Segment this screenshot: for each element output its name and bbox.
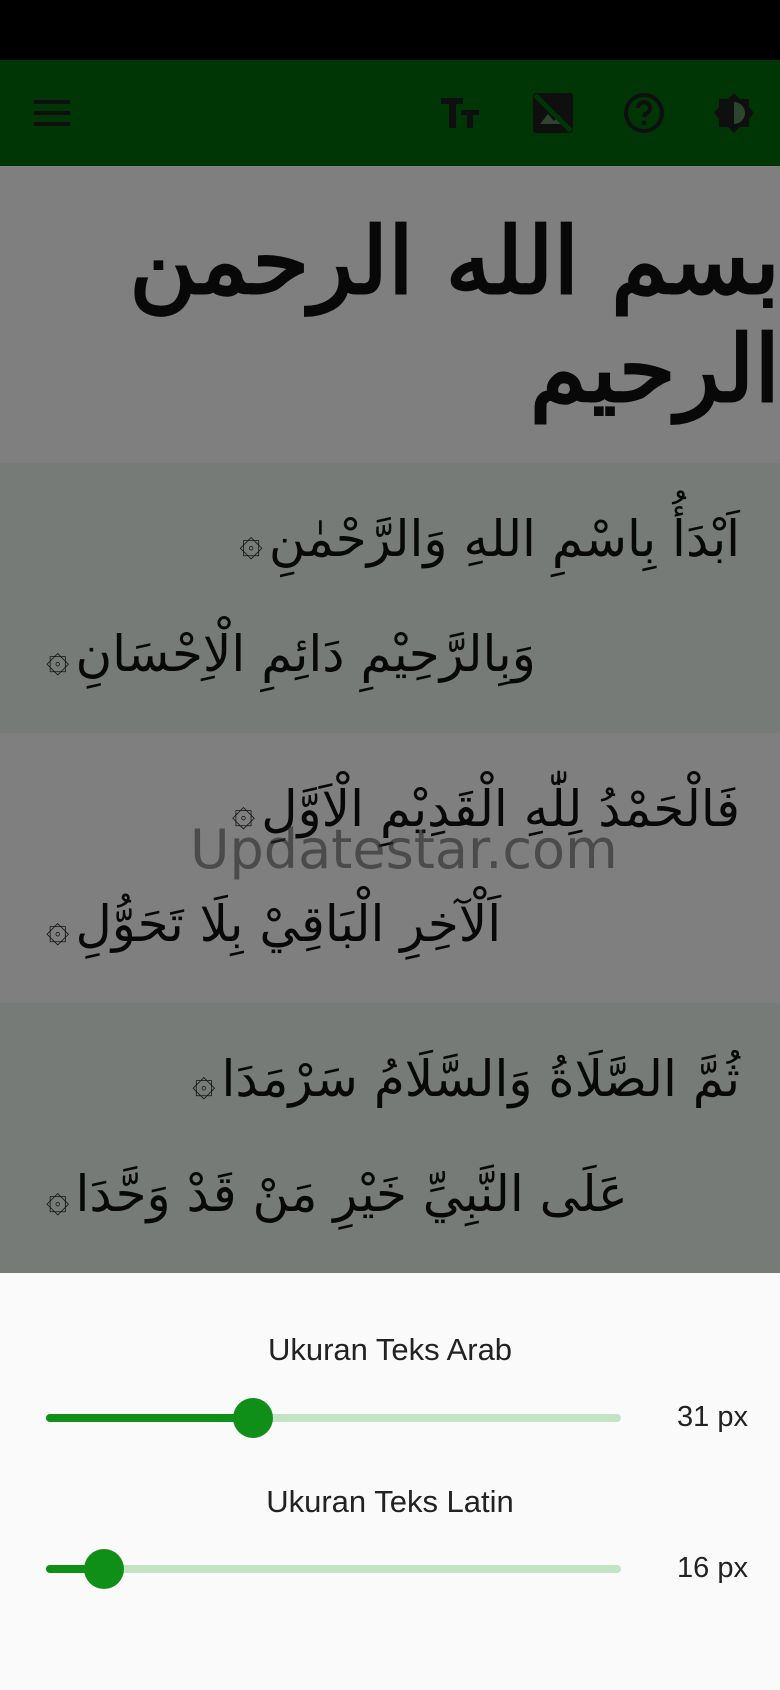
image-toggle-button[interactable] <box>513 60 593 166</box>
brightness-icon <box>714 93 754 133</box>
verse-text: فَالْحَمْدُ لِلّٰهِ الْقَدِيْمِ الْاَوَّ… <box>261 779 740 838</box>
verse-line: فَالْحَمْدُ لِلّٰهِ الْقَدِيْمِ الْاَوَّ… <box>40 774 740 848</box>
text-size-icon <box>441 98 479 128</box>
menu-button[interactable] <box>13 60 93 166</box>
brightness-button[interactable] <box>694 60 774 166</box>
flower-separator-icon: ۞ <box>239 519 263 565</box>
slider-thumb[interactable] <box>233 1398 273 1438</box>
app-bar <box>0 60 780 166</box>
slider-thumb[interactable] <box>83 1549 124 1589</box>
arab-size-title: Ukuran Teks Arab <box>267 1332 513 1367</box>
verse-line: عَلَى النَّبِيِّ خَيْرِ مَنْ قَدْ وَحَّد… <box>40 1159 740 1233</box>
verse-text: ثُمَّ الصَّلَاةُ وَالسَّلَامُ سَرْمَدَا <box>221 1049 740 1108</box>
bismillah-header: بسم الله الرحمن الرحيم <box>0 166 780 463</box>
flower-separator-icon: ۞ <box>46 634 70 681</box>
latin-size-slider[interactable] <box>46 1549 621 1589</box>
arab-size-slider[interactable] <box>46 1398 621 1438</box>
help-icon <box>624 93 664 133</box>
bismillah-text: بسم الله الرحمن الرحيم <box>129 206 780 423</box>
verse-text: وَبِالرَّحِيْمِ دَائِمِ الْاِحْسَانِ <box>75 625 536 683</box>
flower-separator-icon: ۞ <box>192 1059 216 1105</box>
text-size-button[interactable] <box>421 60 501 166</box>
verse-line: وَبِالرَّحِيْمِ دَائِمِ الْاِحْسَانِ۞ <box>40 619 740 693</box>
stanza-2: فَالْحَمْدُ لِلّٰهِ الْقَدِيْمِ الْاَوَّ… <box>0 733 780 1003</box>
flower-separator-icon: ۞ <box>46 1174 70 1221</box>
stanza-1: اَبْدَأُ بِاسْمِ اللهِ وَالرَّحْمٰنِ۞ وَ… <box>0 463 780 733</box>
image-off-icon <box>533 93 573 133</box>
verse-text: عَلَى النَّبِيِّ خَيْرِ مَنْ قَدْ وَحَّد… <box>75 1165 628 1223</box>
latin-size-value: 16 px <box>677 1552 748 1584</box>
text-size-bottom-sheet: Ukuran Teks Arab 31 px Ukuran Teks Latin… <box>0 1273 780 1690</box>
verse-text: اَلْآخِرِ الْبَاقِيْ بِلَا تَحَوُّلِ <box>75 895 502 953</box>
verse-line: اَلْآخِرِ الْبَاقِيْ بِلَا تَحَوُّلِ۞ <box>40 889 740 963</box>
verse-text: اَبْدَأُ بِاسْمِ اللهِ وَالرَّحْمٰنِ <box>268 509 740 568</box>
verse-line: ثُمَّ الصَّلَاةُ وَالسَّلَامُ سَرْمَدَا۞ <box>40 1044 740 1118</box>
flower-separator-icon: ۞ <box>46 904 70 951</box>
status-bar <box>0 0 780 60</box>
slider-fill <box>46 1414 253 1422</box>
help-button[interactable] <box>604 60 684 166</box>
verse-line: اَبْدَأُ بِاسْمِ اللهِ وَالرَّحْمٰنِ۞ <box>40 504 740 578</box>
stanza-3: ثُمَّ الصَّلَاةُ وَالسَّلَامُ سَرْمَدَا۞… <box>0 1003 780 1273</box>
latin-size-title: Ukuran Teks Latin <box>266 1484 514 1519</box>
arab-size-value: 31 px <box>677 1401 748 1433</box>
flower-separator-icon: ۞ <box>231 789 256 835</box>
menu-icon <box>34 100 70 126</box>
